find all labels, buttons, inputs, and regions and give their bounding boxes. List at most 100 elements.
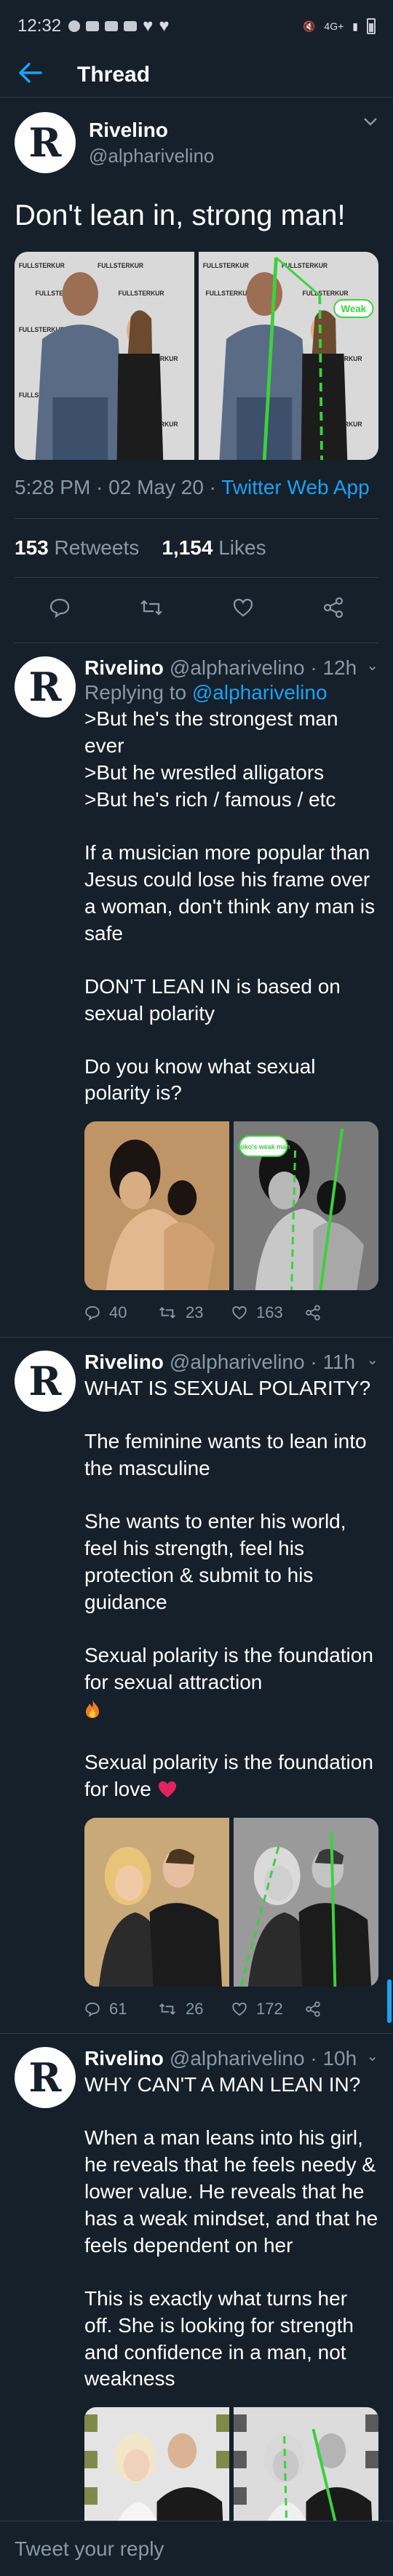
- author-name[interactable]: Rivelino: [84, 1351, 164, 1374]
- reply-paragraph-with-emoji: Sexual polarity is the foundation for se…: [84, 1642, 378, 1723]
- author-handle[interactable]: @alpharivelino · 12h: [170, 656, 360, 680]
- media-photo-2[interactable]: [234, 1817, 378, 1987]
- likes-count[interactable]: 1,154: [162, 536, 213, 559]
- reply-action[interactable]: 61: [84, 2000, 158, 2019]
- status-right: 🔇 4G+ ▮: [303, 18, 376, 34]
- avatar[interactable]: R: [15, 1351, 76, 1412]
- reply-paragraph-with-emoji: Sexual polarity is the foundation for lo…: [84, 1749, 378, 1803]
- author-handle[interactable]: @alpharivelino · 11h: [170, 1351, 360, 1374]
- avatar[interactable]: R: [15, 656, 76, 717]
- chevron-down-icon[interactable]: ⌄: [366, 1351, 378, 1374]
- author-handle[interactable]: @alpharivelino · 10h: [170, 2047, 360, 2070]
- retweets-count[interactable]: 153: [15, 536, 49, 559]
- reply-tweet[interactable]: R Rivelino @alpharivelino · 10h ⌄ WHY CA…: [0, 2034, 393, 2576]
- reply-media[interactable]: Yoko's weak man: [84, 1121, 378, 1291]
- reply-icon[interactable]: [49, 597, 71, 624]
- timestamp-text: 5:28 PM · 02 May 20 ·: [15, 476, 222, 498]
- spotify-icon: [68, 20, 81, 32]
- author-names: Rivelino @alpharivelino: [89, 119, 349, 167]
- replying-prefix: Replying to: [84, 681, 187, 704]
- arrow-left-icon[interactable]: [17, 62, 61, 88]
- author-name[interactable]: Rivelino: [89, 119, 349, 142]
- retweet-icon: [159, 2003, 175, 2015]
- tweet-media[interactable]: FULLSTERKUR FULLSTERKUR FULLSTERKUR FULL…: [15, 252, 378, 460]
- retweets-label[interactable]: Retweets: [55, 536, 140, 559]
- notification-icons: ♥ ♥: [68, 16, 170, 36]
- replying-to-handle[interactable]: @alpharivelino: [192, 681, 328, 704]
- scrollbar-thumb[interactable]: [387, 1979, 392, 2023]
- retweet-action[interactable]: 26: [158, 2000, 231, 2019]
- reply-tweet[interactable]: R Rivelino @alpharivelino · 12h ⌄ Replyi…: [0, 643, 393, 1338]
- reply-action[interactable]: 40: [84, 1303, 158, 1322]
- chevron-down-icon[interactable]: ⌄: [366, 656, 378, 680]
- author-name[interactable]: Rivelino: [84, 2047, 164, 2070]
- reply-count: 61: [109, 1999, 127, 2018]
- client-link[interactable]: Twitter Web App: [221, 476, 369, 498]
- author-handle[interactable]: @alpharivelino: [89, 145, 349, 167]
- chevron-down-icon[interactable]: ⌄: [366, 2047, 378, 2070]
- reply-composer: [0, 2521, 393, 2576]
- reply-paragraph: Do you know what sexual polarity is?: [84, 1054, 316, 1105]
- reply-text: WHAT IS SEXUAL POLARITY? The feminine wa…: [84, 1375, 378, 1802]
- heart-icon: [232, 1306, 247, 1320]
- chevron-down-icon[interactable]: [362, 112, 378, 131]
- reply-body: Rivelino @alpharivelino · 10h ⌄ WHY CAN'…: [84, 2047, 378, 2576]
- reply-media[interactable]: [84, 1817, 378, 1987]
- share-action[interactable]: [305, 2001, 378, 2017]
- media-photo-2[interactable]: Yoko's weak man: [234, 1121, 378, 1291]
- reply-icon: [85, 2002, 100, 2017]
- retweet-count: 23: [186, 1303, 204, 1322]
- reply-count: 40: [109, 1303, 127, 1322]
- backdrop-text: FULLSTERKUR: [303, 290, 349, 297]
- like-action[interactable]: 172: [231, 2000, 305, 2019]
- tweet-author-row: R Rivelino @alpharivelino: [15, 112, 378, 173]
- reply-paragraph: WHY CAN'T A MAN LEAN IN?: [84, 2072, 361, 2096]
- media-photo-1[interactable]: [84, 1817, 229, 1987]
- image-overlay-label: Weak: [341, 303, 367, 314]
- mail-icon: [105, 21, 119, 31]
- media-photo-2[interactable]: FULLSTERKUR FULLSTERKUR FULLSTERKUR FULL…: [199, 252, 378, 460]
- media-photo-1[interactable]: FULLSTERKUR FULLSTERKUR FULLSTERKUR FULL…: [15, 252, 194, 460]
- avatar[interactable]: R: [15, 2046, 76, 2108]
- heart-icon: [232, 2002, 247, 2016]
- reply-text: WHY CAN'T A MAN LEAN IN? When a man lean…: [84, 2072, 378, 2393]
- page-title: Thread: [77, 62, 151, 87]
- main-tweet: R Rivelino @alpharivelino Don't lean in,…: [0, 98, 393, 643]
- reply-tweet[interactable]: R Rivelino @alpharivelino · 11h ⌄ WHAT I…: [0, 1337, 393, 2034]
- backdrop-text: FULLSTERKUR: [98, 262, 144, 269]
- share-action[interactable]: [305, 1305, 378, 1321]
- reply-paragraph: When a man leans into his girl, he revea…: [84, 2126, 378, 2257]
- reply-paragraph: >But he's the strongest man ever >But he…: [84, 707, 338, 811]
- share-icon: [306, 2001, 320, 2017]
- likes-label[interactable]: Likes: [218, 536, 266, 559]
- status-time: 12:32: [17, 16, 62, 36]
- backdrop-text: FULLSTERKUR: [203, 262, 250, 269]
- retweet-icon: [159, 1307, 175, 1319]
- reply-input[interactable]: [15, 2537, 378, 2561]
- heart-icon[interactable]: [232, 597, 254, 624]
- avatar[interactable]: R: [15, 112, 76, 173]
- retweet-icon[interactable]: [139, 597, 164, 624]
- like-count: 163: [256, 1303, 283, 1322]
- retweet-action[interactable]: 23: [158, 1303, 231, 1322]
- author-name[interactable]: Rivelino: [84, 656, 164, 680]
- reply-paragraph: This is exactly what turns her off. She …: [84, 2286, 354, 2390]
- image-overlay-label: Yoko's weak man: [237, 1143, 290, 1150]
- like-action[interactable]: 163: [231, 1303, 305, 1322]
- message-icon: [86, 21, 100, 31]
- like-count: 172: [256, 1999, 283, 2018]
- tweet-text: Don't lean in, strong man!: [15, 199, 346, 231]
- reply-paragraph: WHAT IS SEXUAL POLARITY?: [84, 1377, 371, 1400]
- retweet-count: 26: [186, 1999, 204, 2018]
- reply-paragraph: Sexual polarity is the foundation for se…: [84, 1644, 373, 1694]
- gallery-icon: [124, 21, 138, 31]
- reply-actions: 61 26 172: [84, 2000, 378, 2019]
- network-type: 4G+: [324, 20, 344, 32]
- tweet-stats: 153 Retweets 1,154 Likes: [15, 519, 378, 578]
- reply-paragraph: The feminine wants to lean into the masc…: [84, 1430, 367, 1480]
- status-bar: 12:32 ♥ ♥ 🔇 4G+ ▮: [0, 0, 393, 52]
- share-icon[interactable]: [322, 597, 344, 624]
- mute-icon: 🔇: [302, 20, 316, 32]
- reply-paragraph: If a musician more popular than Jesus co…: [84, 840, 376, 945]
- media-photo-1[interactable]: [84, 1121, 229, 1291]
